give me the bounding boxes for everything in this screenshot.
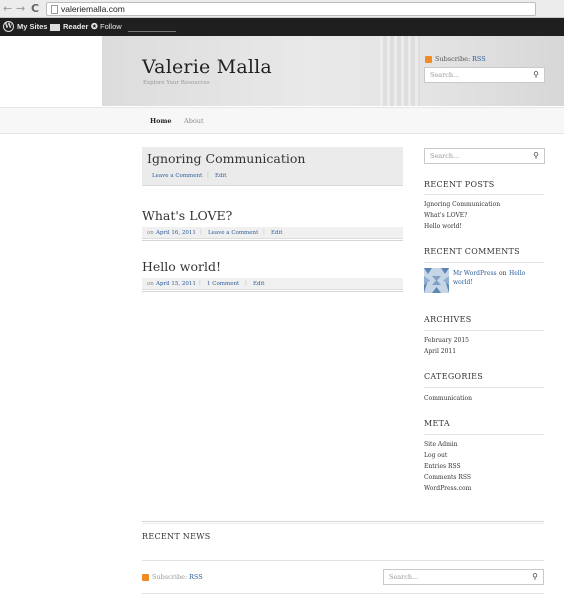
search-icon[interactable]: ⚲ — [532, 572, 538, 581]
meta-separator: | — [245, 280, 247, 286]
widget-divider — [424, 194, 544, 195]
subscribe-label: Subscribe: — [152, 573, 188, 581]
edit-link[interactable]: Edit — [215, 173, 227, 179]
archive-link[interactable]: February 2015 — [424, 337, 469, 344]
widget-divider — [424, 262, 544, 263]
search-placeholder: Search... — [430, 152, 460, 160]
recent-news-heading: RECENT NEWS — [142, 532, 211, 541]
meta-separator: | — [199, 280, 201, 286]
site-title[interactable]: Valerie Malla — [142, 56, 272, 78]
reader-icon[interactable] — [50, 24, 60, 31]
meta-link-site-admin[interactable]: Site Admin — [424, 441, 458, 448]
follow-link[interactable]: Follow — [100, 18, 122, 36]
rss-icon — [142, 574, 149, 581]
widget-divider — [424, 330, 544, 331]
widget-title: CATEGORIES — [424, 372, 484, 381]
meta-separator: | — [263, 229, 265, 235]
leave-comment-link[interactable]: Leave a Comment — [208, 230, 258, 236]
widget-title: RECENT COMMENTS — [424, 247, 520, 256]
edit-link[interactable]: Edit — [271, 230, 283, 236]
leave-comment-link[interactable]: Leave a Comment — [152, 173, 202, 179]
my-sites-link[interactable]: My Sites — [17, 18, 47, 36]
recent-post-link[interactable]: Hello world! — [424, 223, 462, 230]
search-icon[interactable]: ⚲ — [533, 70, 539, 79]
comment-author-link[interactable]: Mr WordPress — [453, 270, 497, 277]
widget-divider — [424, 387, 544, 388]
header-image-texture — [380, 36, 420, 106]
footer-divider — [142, 593, 544, 594]
post-title[interactable]: Ignoring Communication — [147, 151, 305, 166]
edit-link[interactable]: Edit — [253, 281, 265, 287]
category-link[interactable]: Communication — [424, 395, 472, 402]
post-date-link[interactable]: April 16, 2011 — [156, 230, 196, 236]
recent-post-link[interactable]: What's LOVE? — [424, 212, 467, 219]
page-icon — [51, 5, 58, 14]
widget-title: META — [424, 419, 450, 428]
widget-divider — [424, 434, 544, 435]
post-date-prefix: on — [147, 230, 154, 236]
address-bar[interactable]: valeriemalla.com — [46, 2, 536, 16]
address-bar-url: valeriemalla.com — [61, 4, 125, 14]
admin-search-input[interactable] — [128, 22, 176, 32]
avatar[interactable] — [424, 268, 449, 293]
rss-icon — [425, 56, 432, 63]
post-divider — [142, 291, 403, 292]
back-icon[interactable]: ← — [3, 2, 12, 16]
comment-post-link[interactable]: Hello — [509, 270, 525, 277]
subscribe-rss-link[interactable]: RSS — [189, 573, 203, 581]
archive-link[interactable]: April 2011 — [424, 348, 456, 355]
main-nav — [0, 107, 564, 134]
nav-item-home[interactable]: Home — [150, 117, 172, 125]
comment-on-text: on — [499, 270, 507, 277]
header-search-input[interactable]: Search... ⚲ — [424, 67, 545, 83]
meta-link-comments-rss[interactable]: Comments RSS — [424, 474, 471, 481]
footer-divider — [142, 523, 544, 524]
subscribe-rss-link[interactable]: RSS — [472, 55, 486, 63]
forward-icon[interactable]: → — [16, 2, 25, 16]
admin-bar: W My Sites Reader ✪ Follow — [0, 18, 564, 36]
search-placeholder: Search... — [430, 71, 460, 79]
nav-item-about[interactable]: About — [184, 117, 204, 125]
widget-title: ARCHIVES — [424, 315, 472, 324]
footer-divider — [142, 521, 544, 522]
comment-post-link[interactable]: world! — [453, 279, 473, 286]
recent-post-link[interactable]: Ignoring Communication — [424, 201, 500, 208]
subscribe-label: Subscribe: — [435, 55, 471, 63]
meta-link-entries-rss[interactable]: Entries RSS — [424, 463, 461, 470]
reader-link[interactable]: Reader — [63, 18, 88, 36]
post-divider — [142, 240, 403, 241]
wordpress-logo-icon[interactable]: W — [3, 21, 14, 32]
footer-search-input[interactable]: Search... ⚲ — [383, 569, 544, 585]
meta-separator: | — [200, 229, 202, 235]
search-placeholder: Search... — [389, 573, 419, 581]
post-date-link[interactable]: April 15, 2011 — [156, 281, 196, 287]
reload-icon[interactable]: C — [31, 2, 39, 16]
widget-title: RECENT POSTS — [424, 180, 495, 189]
follow-star-icon[interactable]: ✪ — [91, 18, 98, 36]
comments-link[interactable]: 1 Comment — [207, 281, 239, 287]
site-tagline: Explore Your Resources — [143, 80, 210, 86]
meta-link-log-out[interactable]: Log out — [424, 452, 447, 459]
post-date-prefix: on — [147, 281, 154, 287]
sidebar-search-input[interactable]: Search... ⚲ — [424, 148, 545, 164]
post-title[interactable]: Hello world! — [142, 259, 221, 274]
post-title[interactable]: What's LOVE? — [142, 208, 232, 223]
browser-toolbar: ← → C valeriemalla.com — [0, 0, 564, 18]
search-icon[interactable]: ⚲ — [533, 151, 539, 160]
footer-divider — [142, 560, 544, 561]
meta-link-wordpress[interactable]: WordPress.com — [424, 485, 471, 492]
meta-separator: | — [207, 172, 209, 178]
